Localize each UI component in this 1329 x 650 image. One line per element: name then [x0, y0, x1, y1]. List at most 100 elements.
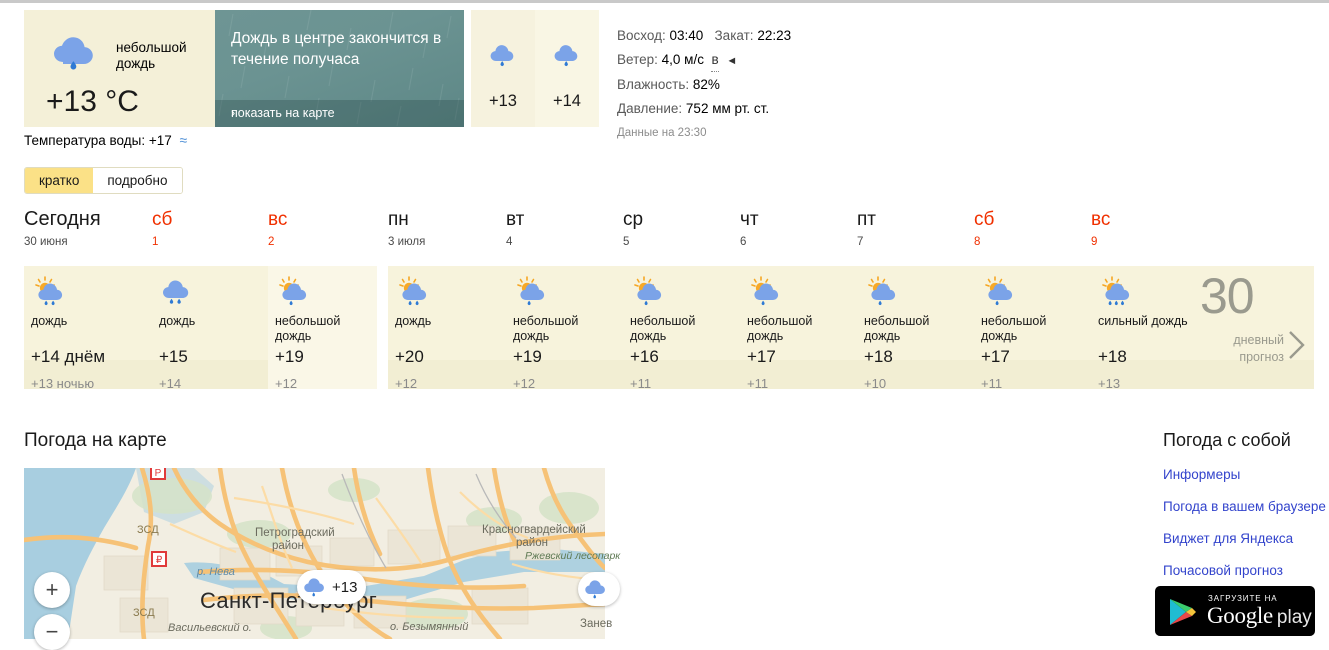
day-name: сб — [152, 209, 173, 230]
forecast-group-week: дождь +20 +12 небольшой дождь +19 +12 не… — [388, 266, 1314, 391]
chevron-right-icon: › — [231, 106, 236, 120]
sun-light-rain-icon — [864, 276, 906, 310]
day-name: чт — [740, 209, 759, 230]
forecast-card-sat-8[interactable]: небольшой дождь +17 +11 — [974, 266, 1091, 391]
sunset-label: Закат: — [714, 28, 754, 43]
day-header-sun-9[interactable]: вс 9 — [1091, 208, 1110, 250]
sidebar-link-browser[interactable]: Погода в вашем браузере — [1163, 498, 1329, 515]
map-label: о. Безымянный — [390, 621, 469, 633]
sun-light-rain-icon — [630, 276, 672, 310]
sidebar-link-hourly[interactable]: Почасовой прогноз — [1163, 562, 1329, 579]
day-header-thu-6[interactable]: чт 6 — [740, 208, 759, 250]
forecast-card-thu-6[interactable]: небольшой дождь +17 +11 — [740, 266, 857, 391]
current-conditions-card[interactable]: небольшой дождь +13 °C — [24, 10, 215, 127]
map-zoom-in-button[interactable]: + — [34, 572, 70, 608]
forecast-card-mon-3[interactable]: дождь +20 +12 — [388, 266, 506, 391]
day-header-sat-1[interactable]: сб 1 — [152, 208, 172, 250]
wind-direction-value[interactable]: в — [711, 48, 719, 72]
forecast-card-tue-4[interactable]: небольшой дождь +19 +12 — [506, 266, 623, 391]
day-date: 9 — [1091, 236, 1098, 248]
forecast-card-sat-1[interactable]: дождь +15 +14 — [152, 266, 268, 391]
forecast-group-near: дождь +14 днём +13 ночью дождь +15 +14 н… — [24, 266, 377, 391]
map-weather-marker[interactable]: +13 — [297, 570, 367, 604]
sun-light-rain-icon — [513, 276, 555, 310]
day-date: 7 — [857, 236, 864, 248]
currency-poi-icon: ₽ — [151, 551, 167, 567]
forecast-card-sun-9[interactable]: сильный дождь +18 +13 — [1091, 266, 1208, 391]
google-play-word2: play — [1276, 607, 1312, 628]
month-forecast-link[interactable]: 30 дневный прогноз — [1194, 266, 1314, 389]
humidity-label: Влажность: — [617, 77, 690, 92]
sunset-value: 22:23 — [757, 28, 792, 43]
poi-marker-icon: P — [150, 468, 166, 480]
day-name: вт — [506, 209, 525, 230]
day-date: 1 — [152, 236, 159, 248]
sun-heavy-rain-icon — [1098, 276, 1140, 310]
rain-cloud-icon — [487, 43, 520, 71]
forecast-day-temp: +19 — [275, 347, 304, 366]
water-temperature: Температура воды: +17 ≈ — [24, 132, 187, 148]
sidebar-link-informers[interactable]: Информеры — [1163, 466, 1329, 483]
map-section-title: Погода на карте — [24, 430, 167, 451]
forecast-day-temp: +17 — [747, 347, 776, 366]
map-label: район — [516, 537, 548, 549]
google-play-badge[interactable]: ЗАГРУЗИТЕ НА Google play — [1155, 586, 1315, 636]
tab-detailed[interactable]: подробно — [93, 168, 182, 193]
day-date: 4 — [506, 236, 513, 248]
night-rain-icon — [585, 580, 605, 599]
forecast-card-today[interactable]: дождь +14 днём +13 ночью — [24, 266, 152, 391]
day-date: 5 — [623, 236, 630, 248]
map-weather-marker[interactable] — [578, 572, 620, 606]
sidebar-link-widget[interactable]: Виджет для Яндекса — [1163, 530, 1329, 547]
wind-value: 4,0 м/с — [661, 51, 704, 67]
wind-label: Ветер: — [617, 51, 658, 67]
map-label: ЗСД — [137, 524, 159, 536]
forecast-condition: небольшой дождь — [747, 314, 813, 343]
day-name: ср — [623, 209, 644, 230]
day-header-fri-7[interactable]: пт 7 — [857, 208, 876, 250]
forecast-night-temp: +11 — [630, 376, 652, 391]
nowcast-panel[interactable]: Дождь в центре закончится в течение полу… — [215, 10, 464, 127]
sunrise-value: 03:40 — [669, 28, 704, 43]
forecast-card-sun-2[interactable]: небольшой дождь +19 +12 — [268, 266, 377, 391]
forecast-night-temp: +10 — [864, 376, 887, 391]
sidebar-title: Погода с собой — [1163, 430, 1291, 450]
map-label: Занев — [580, 618, 613, 630]
hourly-card[interactable]: +13 — [471, 10, 535, 127]
forecast-day-temp: +14 днём — [31, 347, 106, 366]
hourly-card[interactable]: +14 — [535, 10, 599, 127]
day-name: вс — [268, 209, 288, 230]
map-label: Красногвардейский — [482, 524, 586, 536]
nowcast-map-link[interactable]: показать на карте › — [215, 100, 464, 127]
forecast-day-temp: +18 — [864, 347, 893, 366]
map-marker-temperature: +13 — [332, 578, 358, 596]
day-header-sat-8[interactable]: сб 8 — [974, 208, 994, 250]
map-zoom-out-button[interactable]: − — [34, 614, 70, 650]
current-condition-text: небольшой дождь — [116, 40, 187, 71]
forecast-condition: небольшой дождь — [630, 314, 696, 343]
weather-details-list: Восход: 03:40 Закат: 22:23 Ветер: 4,0 м/… — [617, 24, 947, 139]
forecast-card-wed-5[interactable]: небольшой дождь +16 +11 — [623, 266, 740, 391]
forecast-condition: небольшой дождь — [864, 314, 930, 343]
wind-row: Ветер: 4,0 м/с в ◄ — [617, 48, 947, 74]
pressure-label: Давление: — [617, 100, 683, 116]
day-header-wed-5[interactable]: ср 5 — [623, 208, 643, 250]
nowcast-text: Дождь в центре закончится в течение полу… — [231, 30, 442, 68]
tab-brief[interactable]: кратко — [25, 168, 94, 193]
forecast-cards: дождь +14 днём +13 ночью дождь +15 +14 н… — [24, 266, 1314, 391]
day-name: пн — [388, 209, 409, 230]
forecast-card-fri-7[interactable]: небольшой дождь +18 +10 — [857, 266, 974, 391]
forecast-night-temp: +11 — [747, 376, 769, 391]
sun-times-row: Восход: 03:40 Закат: 22:23 — [617, 24, 947, 48]
rain-cloud-icon — [48, 32, 106, 78]
map-label: Васильевский о. — [168, 622, 252, 634]
rain-cloud-icon — [159, 278, 201, 312]
day-header-tue-4[interactable]: вт 4 — [506, 208, 524, 250]
forecast-condition: дождь — [159, 314, 196, 328]
waves-icon: ≈ — [179, 132, 188, 148]
forecast-condition: дождь — [31, 314, 68, 328]
day-header-today[interactable]: Сегодня 30 июня — [24, 208, 101, 250]
day-header-mon-3[interactable]: пн 3 июля — [388, 208, 425, 250]
forecast-day-temp: +15 — [159, 347, 188, 366]
day-header-sun-2[interactable]: вс 2 — [268, 208, 287, 250]
